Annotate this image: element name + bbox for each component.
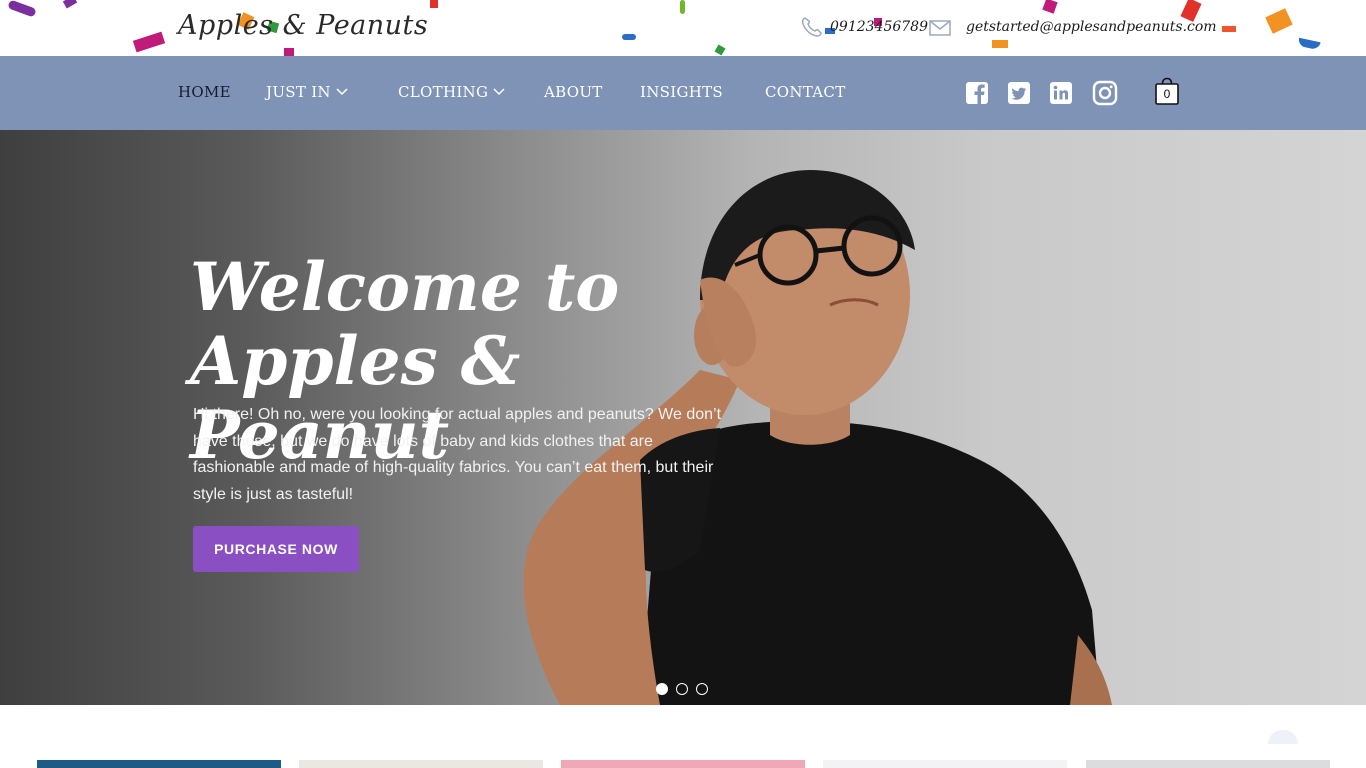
- phone-icon: [801, 17, 822, 37]
- confetti-decoration: [1297, 37, 1321, 51]
- nav-just-in[interactable]: Just In: [266, 83, 348, 101]
- category-card[interactable]: [1086, 760, 1330, 768]
- category-card[interactable]: [37, 760, 281, 768]
- confetti-decoration: [1265, 8, 1293, 34]
- category-card[interactable]: [561, 760, 805, 768]
- phone-number: 09123456789: [830, 19, 928, 35]
- confetti-decoration: [284, 48, 294, 56]
- nav-about-label: About: [544, 83, 603, 101]
- confetti-decoration: [1222, 26, 1236, 32]
- confetti-decoration: [62, 0, 78, 9]
- category-card[interactable]: [299, 760, 543, 768]
- confetti-decoration: [132, 31, 166, 53]
- nav-just-in-label: Just In: [266, 83, 331, 101]
- nav-contact-label: Contact: [765, 83, 846, 101]
- nav-contact[interactable]: Contact: [765, 83, 846, 101]
- email-link[interactable]: getstarted@applesandpeanuts.com: [928, 16, 1217, 38]
- hero-title-line-1: Welcome to: [190, 248, 620, 326]
- confetti-decoration: [7, 0, 37, 18]
- slide-dot-2[interactable]: [676, 683, 688, 695]
- linkedin-icon[interactable]: [1049, 81, 1073, 105]
- scroll-to-top-button[interactable]: [1268, 730, 1298, 744]
- phone-link[interactable]: 09123456789: [800, 16, 928, 38]
- purchase-now-button[interactable]: PURCHASE NOW: [193, 526, 359, 572]
- nav-home[interactable]: Home: [178, 83, 231, 101]
- confetti-decoration: [430, 0, 438, 8]
- site-logo[interactable]: Apples & Peanuts: [178, 10, 428, 41]
- confetti-decoration: [680, 0, 685, 14]
- chevron-down-icon: [493, 88, 505, 96]
- confetti-decoration: [992, 40, 1008, 48]
- slide-dot-1[interactable]: [656, 683, 668, 695]
- confetti-decoration: [1042, 0, 1058, 14]
- cart-count: 0: [1163, 87, 1171, 101]
- twitter-icon[interactable]: [1007, 81, 1031, 105]
- nav-insights-label: Insights: [640, 83, 723, 101]
- email-address: getstarted@applesandpeanuts.com: [966, 19, 1217, 35]
- chevron-down-icon: [336, 88, 348, 96]
- confetti-decoration: [714, 44, 726, 56]
- instagram-icon[interactable]: [1092, 80, 1118, 106]
- product-category-strip: [0, 705, 1366, 768]
- confetti-decoration: [622, 34, 636, 40]
- nav-home-label: Home: [178, 83, 231, 101]
- cart-button[interactable]: 0: [1154, 76, 1180, 106]
- nav-clothing[interactable]: Clothing: [398, 83, 505, 101]
- slide-dot-3[interactable]: [696, 683, 708, 695]
- nav-clothing-label: Clothing: [398, 83, 489, 101]
- main-navigation: Home Just In Clothing About Insights Con…: [0, 56, 1366, 130]
- slider-pagination: [656, 683, 708, 695]
- top-bar: Apples & Peanuts 09123456789 getstarted@…: [0, 0, 1366, 56]
- category-card[interactable]: [823, 760, 1067, 768]
- facebook-icon[interactable]: [965, 81, 989, 105]
- envelope-icon: [929, 20, 951, 36]
- hero-description: Hi there! Oh no, were you looking for ac…: [193, 406, 722, 503]
- nav-insights[interactable]: Insights: [640, 83, 723, 101]
- nav-about[interactable]: About: [544, 83, 603, 101]
- hero-slider: Welcome to Apples & Peanut Hi there! Oh …: [0, 130, 1366, 705]
